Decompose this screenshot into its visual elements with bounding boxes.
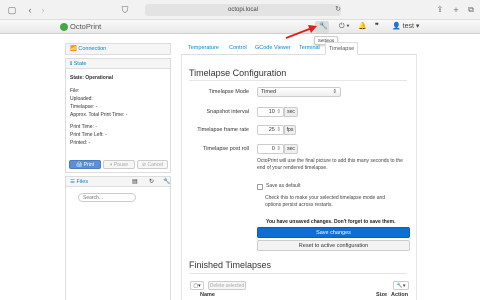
tab-timelapse[interactable]: Timelapse (325, 42, 359, 55)
forward-icon[interactable]: › (37, 4, 49, 16)
url-text: octopi.local (227, 7, 259, 13)
save-default-note: Check this to make your selected timelap… (265, 195, 386, 208)
files-title: Files (76, 179, 89, 185)
system-menu-icon[interactable]: ⏻ ▾ (339, 22, 349, 32)
divider (189, 80, 407, 81)
tab-control[interactable]: Control (226, 42, 250, 55)
stepper-icon: ⇕ (276, 127, 281, 133)
snapshot-interval-input[interactable]: 10 ⇕ (257, 107, 284, 117)
frame-rate-input[interactable]: 25 ⇕ (257, 125, 284, 135)
stepper-icon: ⇕ (276, 109, 281, 115)
divider (189, 273, 407, 274)
state-header[interactable]: ℹ State (66, 59, 170, 69)
files-search-input[interactable] (78, 193, 136, 202)
reload-icon[interactable]: ↻ (332, 4, 344, 16)
files-panel: ☰ Files ▤ ↻ 🔧 (65, 176, 171, 300)
pause-button[interactable]: ⏸ Pause (103, 160, 135, 169)
post-roll-note: OctoPrint will use the final picture to … (257, 158, 403, 171)
connection-header[interactable]: 📶 Connection (66, 44, 170, 54)
timelapse-mode-value: Timed (261, 89, 277, 95)
state-print-time: Print Time: - (70, 124, 97, 130)
state-uploaded: Uploaded: (70, 96, 93, 102)
tab-temperature[interactable]: Temperature (185, 42, 222, 55)
snapshot-interval-value: 10 (268, 109, 275, 115)
file-upload-icon[interactable]: ▤ (132, 178, 138, 185)
user-icon: 👤 (392, 23, 401, 30)
post-roll-unit: sec (284, 144, 298, 154)
col-name-header: Name (200, 292, 215, 298)
list-icon: ☰ (70, 179, 75, 185)
timelapse-mode-select[interactable]: Timed ⇕ (257, 87, 341, 97)
cancel-button[interactable]: ⊘ Cancel (137, 160, 168, 169)
save-default-checkbox[interactable] (257, 184, 263, 190)
wrench-files-icon[interactable]: 🔧 (163, 178, 170, 185)
state-panel: ℹ State State: Operational File: Uploade… (65, 58, 171, 173)
col-size-header: Size (376, 292, 388, 298)
cancel-label: Cancel (147, 162, 164, 168)
select-menu-button[interactable]: ▢▾ (190, 281, 204, 290)
reset-config-button[interactable]: Reset to active configuration (257, 240, 410, 251)
octoprint-logo-icon (60, 23, 68, 32)
user-name: test (402, 23, 414, 30)
state-printed: Printed: - (70, 140, 91, 146)
snapshot-interval-label: Snapshot interval (206, 109, 250, 115)
post-roll-value: 0 (271, 146, 275, 152)
delete-selected-button[interactable]: Delete selected (208, 281, 246, 290)
connection-panel: 📶 Connection (65, 43, 171, 55)
print-button[interactable]: 🖨 Print (69, 160, 101, 169)
frame-rate-value: 25 (268, 127, 275, 133)
tab-gcode-viewer[interactable]: GCode Viewer (252, 42, 294, 55)
finished-timelapses-heading: Finished Timelapses (189, 260, 272, 270)
state-status: State: Operational (70, 75, 114, 81)
brand[interactable]: OctoPrint (60, 22, 101, 32)
announcements-icon[interactable]: ❞ (375, 22, 379, 32)
print-label: Print (83, 162, 95, 168)
save-changes-button[interactable]: Save changes (257, 227, 410, 238)
brand-name: OctoPrint (70, 22, 102, 31)
address-bar[interactable]: octopi.local (145, 4, 341, 16)
frame-rate-unit: fps (284, 125, 296, 135)
select-chevron-icon: ⇕ (332, 89, 337, 95)
tab-terminal[interactable]: Terminal (296, 42, 323, 55)
user-menu[interactable]: 👤 test ▾ (392, 22, 419, 32)
new-tab-icon[interactable]: + (450, 4, 462, 16)
stepper-icon: ⇕ (276, 146, 281, 152)
state-print-time-left: Print Time Left: - (70, 132, 107, 138)
post-roll-input[interactable]: 0 ⇕ (257, 144, 284, 154)
snapshot-interval-unit: sec (284, 107, 298, 117)
frame-rate-label: Timelapse frame rate (197, 127, 249, 133)
info-icon: ℹ (70, 61, 73, 67)
bell-icon[interactable]: 🔔 (358, 22, 367, 32)
timelapse-config-heading: Timelapse Configuration (189, 68, 287, 78)
save-default-label: Save as default (266, 183, 301, 189)
back-icon[interactable]: ‹ (24, 4, 36, 16)
post-roll-label: Timelapse post roll (203, 146, 249, 152)
tab-overview-icon[interactable]: ⧉ (465, 4, 477, 16)
files-header[interactable]: ☰ Files (66, 177, 170, 187)
red-arrow-annotation (285, 25, 317, 39)
unsaved-changes-warning: You have unsaved changes. Don't forget t… (266, 219, 396, 225)
privacy-shield-icon[interactable]: ⛉ (119, 4, 131, 16)
pause-label: Pause (113, 162, 129, 168)
state-title: State (73, 61, 87, 67)
share-icon[interactable]: ⇪ (434, 4, 446, 16)
timelapse-mode-label: Timelapse Mode (208, 89, 249, 95)
refresh-icon[interactable]: ↻ (149, 178, 154, 185)
timelapse-options-button[interactable]: 🔧▾ (393, 281, 409, 290)
sidebar-toggle-icon[interactable]: ▢ (6, 4, 18, 16)
wrench-icon[interactable]: 🔧 (319, 22, 328, 32)
state-timelapse: Timelapse: - (70, 104, 98, 110)
col-action-header: Action (391, 292, 409, 298)
state-file: File: (70, 88, 80, 94)
state-total-print-time: Approx. Total Print Time: - (70, 112, 128, 118)
signal-icon: 📶 (70, 46, 77, 52)
connection-title: Connection (78, 46, 107, 52)
